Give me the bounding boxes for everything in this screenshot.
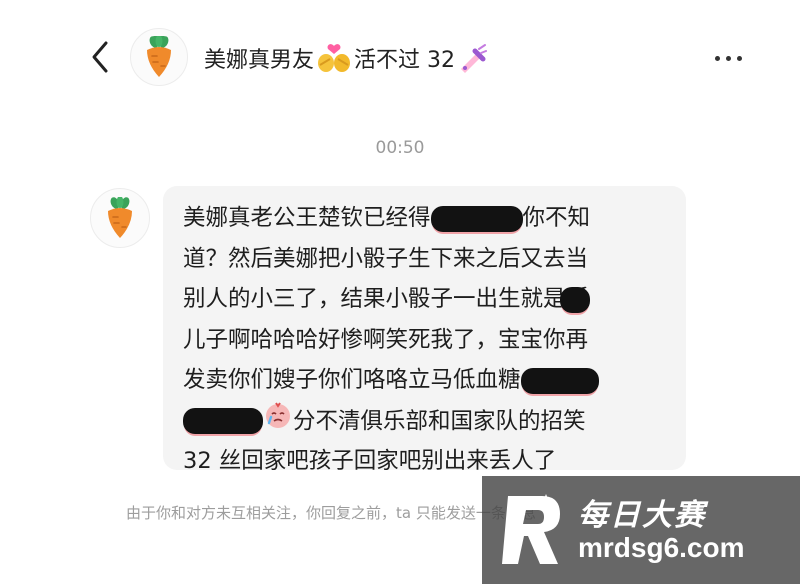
message-timestamp: 00:50	[375, 138, 425, 158]
message-line: 别人的小三了，结果小骰子一出生就是孤	[183, 279, 670, 320]
message-line: 美娜真老公王楚钦已经得 你不知	[183, 198, 670, 239]
message-line: 分不清俱乐部和国家队的招笑	[183, 401, 670, 442]
more-dots-icon	[714, 55, 720, 61]
watermark-url-text: mrdsg6.com	[578, 532, 745, 563]
hugging-couple-emoji-icon	[316, 43, 352, 73]
watermark-cn-text: 每日大赛	[578, 498, 706, 533]
carrot-icon	[108, 197, 132, 238]
chat-title[interactable]: 美娜真男友 活不过 32	[204, 38, 489, 78]
message-text: 发卖你们嫂子你们咯咯立马低血糖	[183, 367, 521, 393]
message-text: 道？然后美娜把小骰子生下来之后又去当	[183, 245, 589, 272]
chevron-left-icon	[92, 41, 108, 73]
back-button[interactable]	[84, 38, 116, 76]
site-watermark: 每日大赛 mrdsg6.com	[482, 476, 800, 584]
carrot-icon	[147, 36, 171, 77]
message-bubble[interactable]: 美娜真老公王楚钦已经得 你不知 道？然后美娜把小骰子生下来之后又去当 别人的小三了…	[163, 186, 686, 474]
message-text: 32 丝回家吧孩子回家吧别出来丢人了	[183, 448, 557, 474]
contact-avatar[interactable]	[130, 28, 188, 86]
more-dot	[725, 55, 731, 61]
redaction-mark	[560, 286, 591, 313]
follow-notice: 由于你和对方未互相关注，你回复之前，ta 只能发送一条消息	[126, 504, 536, 522]
title-text-part2: 活不过 32	[354, 48, 456, 73]
title-text-part1: 美娜真男友	[204, 48, 315, 73]
message-line: 道？然后美娜把小骰子生下来之后又去当	[183, 239, 670, 280]
message-text: 美娜真老公王楚钦已经得	[183, 205, 431, 231]
redaction-mark	[183, 408, 263, 435]
message-line: 发卖你们嫂子你们咯咯立马低血糖	[183, 360, 670, 401]
more-options-button[interactable]	[700, 44, 756, 72]
message-text: 分不清俱乐部和国家队的招笑	[293, 407, 586, 434]
message-text: 别人的小三了，结果小骰子一出生就是孤	[183, 286, 589, 312]
more-dot	[736, 55, 742, 61]
watermark-logo-icon	[502, 494, 560, 564]
chat-header: 美娜真男友 活不过 32	[0, 0, 800, 118]
message-text: 儿子啊哈哈哈好惨啊笑死我了，宝宝你再	[183, 326, 589, 353]
sender-avatar[interactable]	[90, 188, 150, 248]
redaction-mark	[520, 367, 599, 394]
nail-polish-emoji-icon	[457, 43, 488, 73]
redaction-mark	[430, 205, 523, 232]
message-text: 你不知	[522, 205, 591, 231]
message-line: 儿子啊哈哈哈好惨啊笑死我了，宝宝你再	[183, 320, 670, 361]
crying-face-emoji-icon	[263, 401, 293, 443]
